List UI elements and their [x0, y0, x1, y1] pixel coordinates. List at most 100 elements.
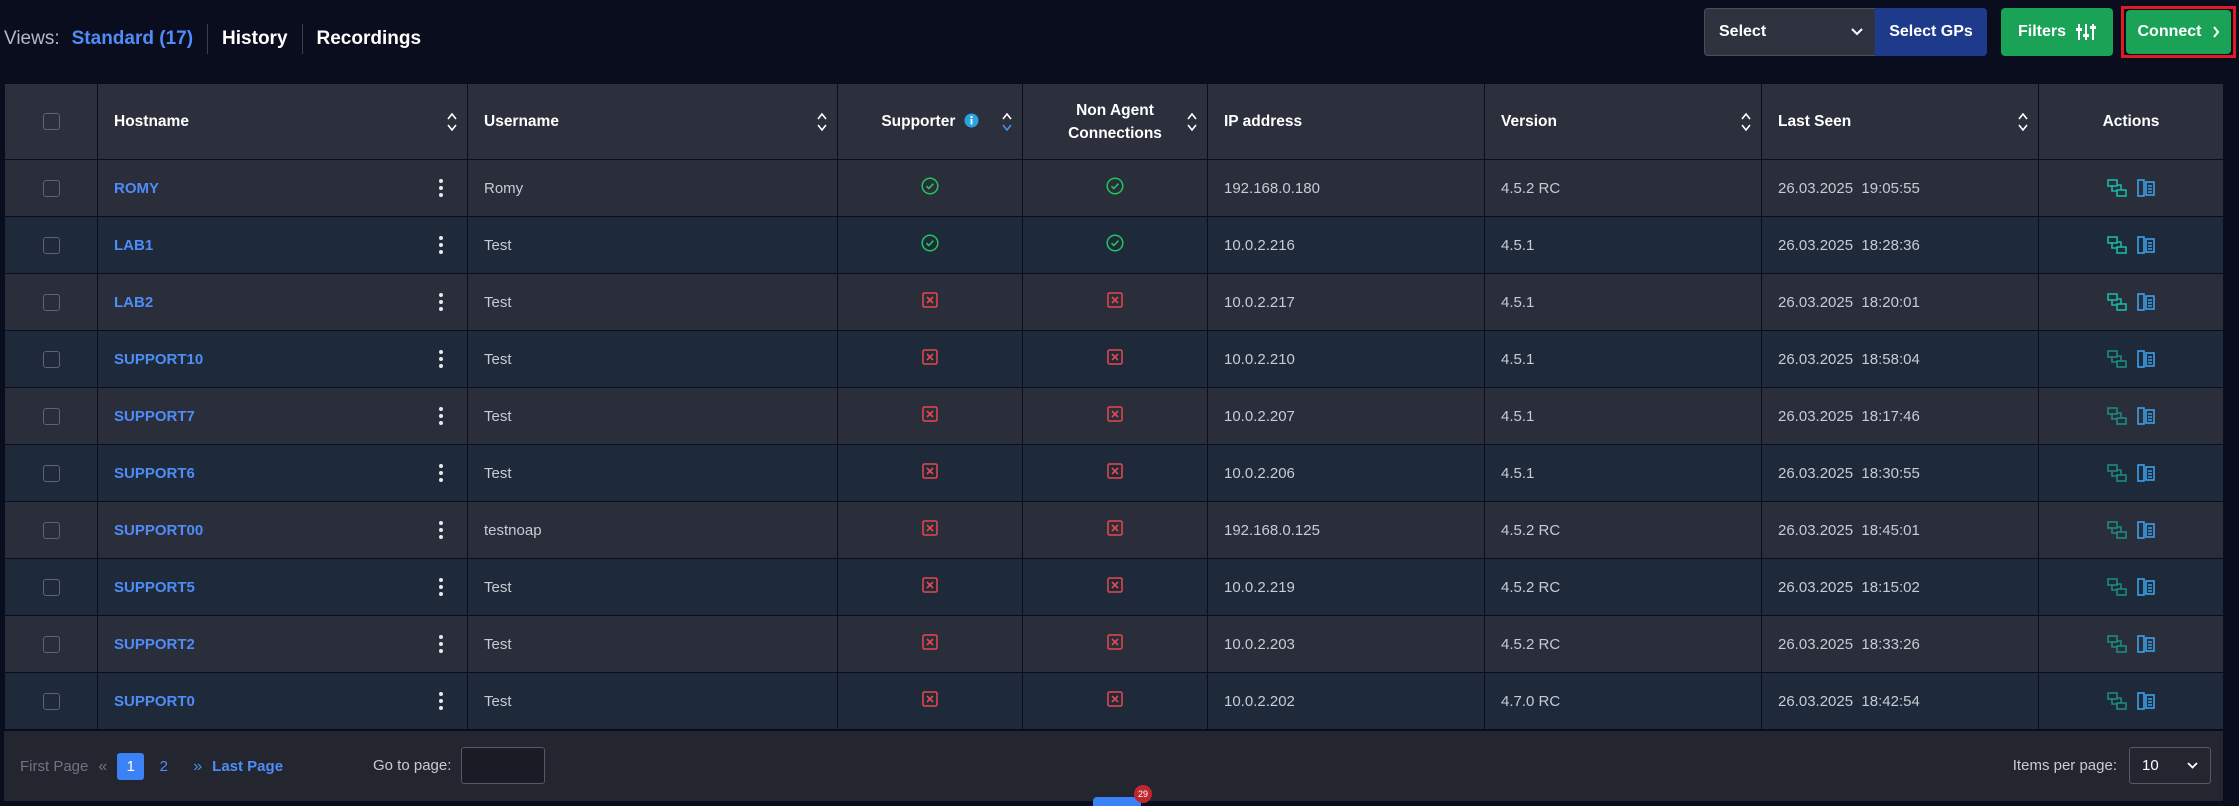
file-transfer-icon[interactable]: [2137, 521, 2155, 539]
kebab-menu-icon[interactable]: [439, 407, 443, 425]
supporter-status-cell: [837, 444, 1023, 502]
notification-badge[interactable]: 29: [1134, 785, 1152, 803]
username-cell: Test: [467, 615, 838, 673]
row-checkbox[interactable]: [42, 578, 60, 596]
ip-cell: 10.0.2.207: [1207, 387, 1485, 445]
row-checkbox[interactable]: [42, 521, 60, 539]
gp-select-dropdown[interactable]: Select: [1704, 8, 1875, 56]
select-all-checkbox[interactable]: [42, 112, 60, 130]
hostname-cell: SUPPORT7: [97, 387, 468, 445]
file-transfer-icon[interactable]: [2137, 293, 2155, 311]
col-last-seen[interactable]: Last Seen: [1761, 83, 2039, 160]
first-page-link[interactable]: First Page: [20, 758, 88, 775]
row-checkbox[interactable]: [42, 350, 60, 368]
goto-page-input[interactable]: [461, 747, 546, 784]
version-cell: 4.5.2 RC: [1484, 615, 1762, 673]
page-2-button[interactable]: 2: [150, 753, 177, 780]
double-chevron-left-icon[interactable]: «: [98, 758, 107, 776]
double-chevron-right-icon[interactable]: »: [193, 758, 202, 776]
file-transfer-icon[interactable]: [2137, 578, 2155, 596]
remote-connect-icon[interactable]: [2107, 179, 2127, 197]
remote-connect-icon[interactable]: [2107, 407, 2127, 425]
file-transfer-icon[interactable]: [2137, 635, 2155, 653]
remote-connect-icon[interactable]: [2107, 692, 2127, 710]
remote-connect-icon[interactable]: [2107, 635, 2127, 653]
col-hostname[interactable]: Hostname: [97, 83, 468, 160]
remote-connect-icon[interactable]: [2107, 236, 2127, 254]
chevron-right-icon: [2212, 26, 2219, 38]
kebab-menu-icon[interactable]: [439, 236, 443, 254]
non-agent-status-cell: [1022, 216, 1208, 274]
table-row[interactable]: SUPPORT6 Test 10.0.2.206 4.5.1 26.03.2025 18…: [4, 444, 2224, 502]
table-row[interactable]: SUPPORT5 Test 10.0.2.219 4.5.2 RC 26.03.2025…: [4, 558, 2224, 616]
hostname-link[interactable]: SUPPORT2: [114, 636, 195, 653]
remote-connect-icon[interactable]: [2107, 521, 2127, 539]
hostname-link[interactable]: SUPPORT7: [114, 408, 195, 425]
supporter-status-cell: [837, 615, 1023, 673]
hostname-link[interactable]: LAB2: [114, 294, 153, 311]
table-row[interactable]: SUPPORT7 Test 10.0.2.207 4.5.1 26.03.2025 18…: [4, 387, 2224, 445]
connect-button[interactable]: Connect: [2126, 10, 2231, 54]
row-checkbox[interactable]: [42, 179, 60, 197]
last-page-link[interactable]: Last Page: [212, 758, 283, 775]
table-row[interactable]: SUPPORT2 Test 10.0.2.203 4.5.2 RC 26.03.2025…: [4, 615, 2224, 673]
username-cell: testnoap: [467, 501, 838, 559]
col-supporter[interactable]: Supporter: [837, 83, 1023, 160]
table-row[interactable]: ROMY Romy 192.168.0.180 4.5.2 RC 26.03.2025 …: [4, 159, 2224, 217]
kebab-menu-icon[interactable]: [439, 179, 443, 197]
remote-connect-icon[interactable]: [2107, 578, 2127, 596]
remote-connect-icon[interactable]: [2107, 293, 2127, 311]
view-recordings[interactable]: Recordings: [301, 24, 436, 54]
hostname-link[interactable]: SUPPORT6: [114, 465, 195, 482]
username-cell: Romy: [467, 159, 838, 217]
table-row[interactable]: LAB1 Test 10.0.2.216 4.5.1 26.03.2025 18:28:…: [4, 216, 2224, 274]
username-cell: Test: [467, 387, 838, 445]
hostname-link[interactable]: SUPPORT00: [114, 522, 203, 539]
page-1-button[interactable]: 1: [117, 753, 145, 780]
col-version[interactable]: Version: [1484, 83, 1762, 160]
file-transfer-icon[interactable]: [2137, 350, 2155, 368]
kebab-menu-icon[interactable]: [439, 692, 443, 710]
kebab-menu-icon[interactable]: [439, 635, 443, 653]
hostname-link[interactable]: LAB1: [114, 237, 153, 254]
view-standard[interactable]: Standard (17): [72, 24, 207, 54]
table-row[interactable]: SUPPORT0 Test 10.0.2.202 4.7.0 RC 26.03.2025…: [4, 672, 2224, 730]
file-transfer-icon[interactable]: [2137, 179, 2155, 197]
row-checkbox[interactable]: [42, 407, 60, 425]
hostname-link[interactable]: ROMY: [114, 180, 159, 197]
kebab-menu-icon[interactable]: [439, 578, 443, 596]
col-non-agent[interactable]: Non Agent Connections: [1022, 83, 1208, 160]
table-row[interactable]: SUPPORT10 Test 10.0.2.210 4.5.1 26.03.2025 1…: [4, 330, 2224, 388]
filters-label: Filters: [2017, 23, 2066, 40]
table-row[interactable]: LAB2 Test 10.0.2.217 4.5.1 26.03.2025 18:20:…: [4, 273, 2224, 331]
table-row[interactable]: SUPPORT00 testnoap 192.168.0.125 4.5.2 RC 26…: [4, 501, 2224, 559]
kebab-menu-icon[interactable]: [439, 464, 443, 482]
col-username[interactable]: Username: [467, 83, 838, 160]
row-checkbox[interactable]: [42, 635, 60, 653]
hostname-link[interactable]: SUPPORT10: [114, 351, 203, 368]
hostname-link[interactable]: SUPPORT0: [114, 693, 195, 710]
file-transfer-icon[interactable]: [2137, 407, 2155, 425]
kebab-menu-icon[interactable]: [439, 350, 443, 368]
error-square-icon: [1107, 634, 1123, 650]
select-gps-button[interactable]: Select GPs: [1875, 8, 1987, 56]
remote-connect-icon[interactable]: [2107, 464, 2127, 482]
file-transfer-icon[interactable]: [2137, 236, 2155, 254]
file-transfer-icon[interactable]: [2137, 692, 2155, 710]
row-checkbox[interactable]: [42, 692, 60, 710]
bottom-drawer-tab[interactable]: [1093, 797, 1141, 806]
row-checkbox[interactable]: [42, 236, 60, 254]
row-checkbox[interactable]: [42, 464, 60, 482]
chevron-down-icon: [1851, 28, 1863, 36]
remote-connect-icon[interactable]: [2107, 350, 2127, 368]
info-icon[interactable]: [964, 113, 979, 128]
items-per-page-select[interactable]: 10: [2129, 747, 2211, 784]
kebab-menu-icon[interactable]: [439, 521, 443, 539]
row-checkbox[interactable]: [42, 293, 60, 311]
view-history[interactable]: History: [207, 24, 301, 54]
hostname-link[interactable]: SUPPORT5: [114, 579, 195, 596]
file-transfer-icon[interactable]: [2137, 464, 2155, 482]
check-circle-icon: [921, 177, 939, 195]
filters-button[interactable]: Filters: [2001, 8, 2113, 56]
kebab-menu-icon[interactable]: [439, 293, 443, 311]
